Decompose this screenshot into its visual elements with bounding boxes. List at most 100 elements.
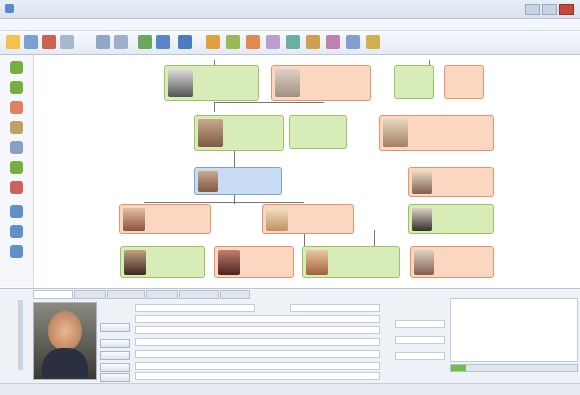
person-photo (275, 69, 300, 97)
person-card[interactable] (302, 246, 400, 278)
connector-line (214, 102, 324, 103)
add-person-icon[interactable] (206, 35, 220, 49)
zoom-icon[interactable] (306, 35, 320, 49)
minimize-button[interactable] (525, 4, 540, 15)
status-field[interactable] (395, 352, 445, 360)
tree-icon[interactable] (286, 35, 300, 49)
expand-icon[interactable] (10, 161, 23, 174)
person-photo (306, 250, 328, 275)
burial-field[interactable] (135, 362, 380, 370)
connector-line (144, 202, 304, 203)
person-photo (266, 208, 288, 231)
birth-button[interactable] (100, 339, 130, 348)
person-photo (218, 250, 240, 275)
copy-icon[interactable] (96, 35, 110, 49)
paste-icon[interactable] (114, 35, 128, 49)
app-icon (5, 4, 14, 13)
person-card[interactable] (379, 115, 494, 151)
person-card[interactable] (289, 115, 347, 149)
tab-media[interactable] (146, 290, 178, 299)
record-id-field[interactable] (395, 336, 445, 344)
maximize-button[interactable] (542, 4, 557, 15)
report-icon[interactable] (346, 35, 360, 49)
fit-icon[interactable] (10, 245, 23, 258)
navigate-right-icon[interactable] (10, 121, 23, 134)
chart-icon[interactable] (178, 35, 192, 49)
connector-line (234, 150, 235, 168)
open-folder-icon[interactable] (6, 35, 20, 49)
collapse-icon[interactable] (10, 181, 23, 194)
person-photo (412, 171, 432, 194)
age-field[interactable] (395, 320, 445, 328)
zoom-out-icon[interactable] (10, 225, 23, 238)
tab-events[interactable] (74, 290, 106, 299)
person-card[interactable] (164, 65, 259, 101)
panel-side-strip (18, 300, 23, 370)
add-parent-icon[interactable] (226, 35, 240, 49)
birth-field[interactable] (135, 338, 380, 346)
progress-track (450, 364, 578, 372)
names-field[interactable] (135, 315, 380, 323)
shoulders-shape (42, 348, 88, 378)
person-card[interactable] (408, 167, 494, 197)
close-button[interactable] (559, 4, 574, 15)
person-photo (383, 119, 408, 147)
family-tree-canvas[interactable] (34, 55, 580, 287)
person-photo (414, 250, 434, 275)
navigate-left-icon[interactable] (10, 101, 23, 114)
occupation-field[interactable] (135, 372, 380, 380)
toolbar (0, 31, 580, 55)
info-box (450, 298, 578, 362)
occupation-button[interactable] (100, 373, 130, 382)
home-person-icon[interactable] (10, 141, 23, 154)
navigate-down-icon[interactable] (10, 81, 23, 94)
person-card[interactable] (271, 65, 371, 101)
face-shape (48, 311, 82, 351)
save-icon[interactable] (24, 35, 38, 49)
given-names-button[interactable] (100, 323, 130, 332)
person-photo-large[interactable] (33, 302, 97, 380)
person-card[interactable] (120, 246, 205, 278)
death-button[interactable] (100, 351, 130, 360)
person-photo (412, 208, 432, 231)
given-names-field[interactable] (135, 326, 380, 334)
person-card[interactable] (410, 246, 494, 278)
person-card[interactable] (444, 65, 484, 99)
print-icon[interactable] (42, 35, 56, 49)
sex-field[interactable] (290, 304, 380, 312)
person-photo (123, 208, 145, 231)
burial-button[interactable] (100, 363, 130, 372)
cut-icon[interactable] (60, 35, 74, 49)
filter-icon[interactable] (326, 35, 340, 49)
person-photo (198, 119, 223, 147)
zoom-in-icon[interactable] (10, 205, 23, 218)
list-icon[interactable] (156, 35, 170, 49)
menu-bar (0, 19, 580, 31)
person-card[interactable] (262, 204, 354, 234)
view-icon[interactable] (138, 35, 152, 49)
title-bar (0, 0, 580, 19)
settings-icon[interactable] (366, 35, 380, 49)
death-field[interactable] (135, 350, 380, 358)
person-card[interactable] (214, 246, 294, 278)
add-child-icon[interactable] (266, 35, 280, 49)
person-card[interactable] (394, 65, 434, 99)
status-bar (0, 383, 580, 395)
left-toolbar (0, 55, 34, 287)
selected-person-card[interactable] (194, 167, 282, 195)
connector-line (214, 102, 215, 112)
window-controls (525, 4, 574, 15)
add-spouse-icon[interactable] (246, 35, 260, 49)
person-card[interactable] (119, 204, 211, 234)
person-photo (198, 171, 218, 192)
surname-field[interactable] (135, 304, 255, 312)
tab-notes[interactable] (107, 290, 145, 299)
person-photo (124, 250, 146, 275)
person-card[interactable] (194, 115, 284, 151)
person-card[interactable] (408, 204, 494, 234)
tab-more[interactable] (220, 290, 250, 299)
navigate-up-icon[interactable] (10, 61, 23, 74)
tab-sources[interactable] (179, 290, 219, 299)
editor-tabs (33, 290, 250, 299)
tab-personal[interactable] (33, 290, 73, 299)
